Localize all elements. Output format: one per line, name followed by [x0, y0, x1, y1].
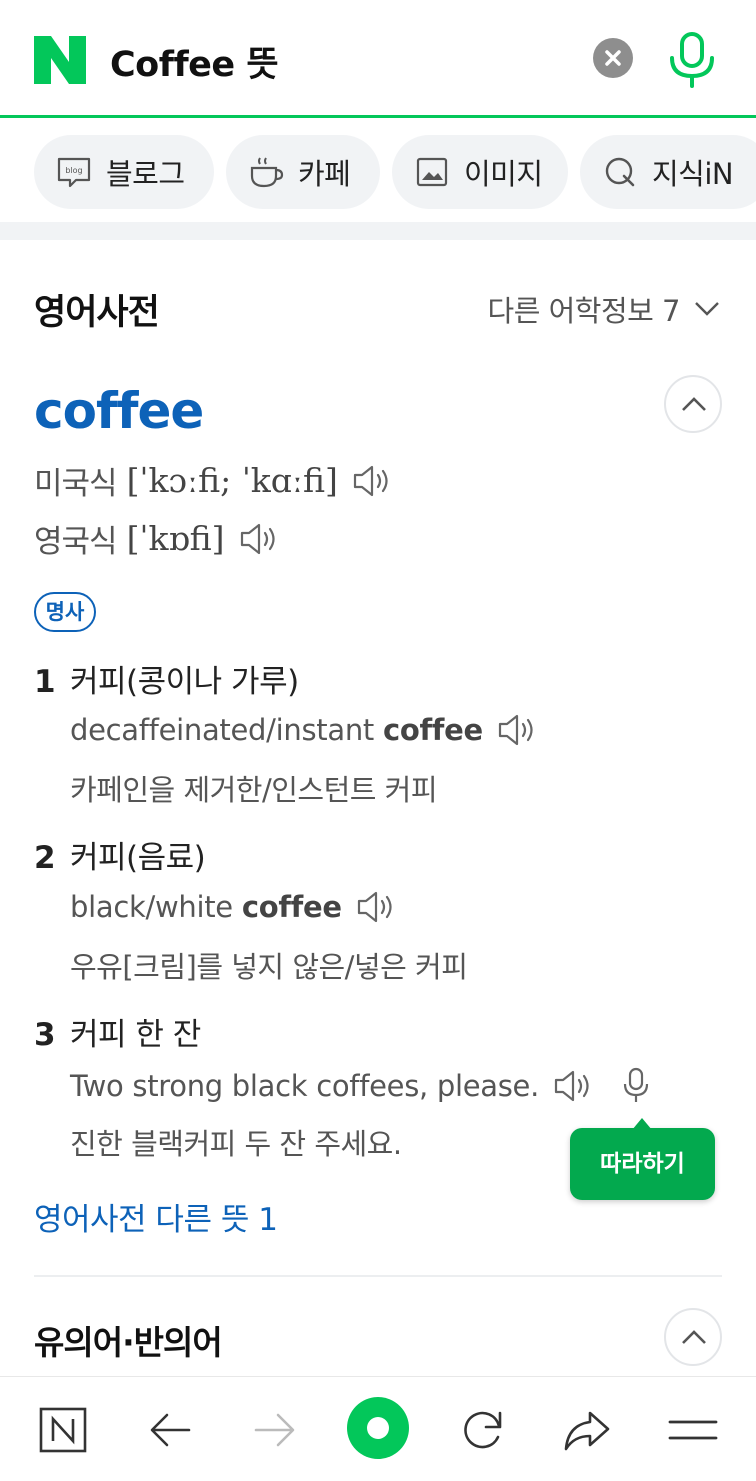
chevron-down-icon	[695, 302, 719, 316]
sense-2: 2 커피(음료)	[34, 832, 206, 877]
tab-image[interactable]: 이미지	[392, 135, 568, 209]
example-text: black/white	[70, 890, 233, 924]
tab-image-label: 이미지	[464, 157, 543, 191]
more-meanings-link[interactable]: 영어사전 다른 뜻 1	[34, 1194, 278, 1239]
speaker-icon[interactable]	[352, 464, 392, 498]
pronunciation-ipa: [ˈkɒfi]	[126, 519, 225, 558]
repeat-after-tooltip[interactable]: 따라하기	[570, 1118, 715, 1200]
section-divider	[0, 222, 756, 240]
sense-1: 1 커피(콩이나 가루)	[34, 656, 299, 701]
headword: coffee	[34, 382, 204, 440]
sense-meaning: 커피(콩이나 가루)	[70, 664, 299, 700]
example-sentence: Two strong black coffees, please.	[70, 1067, 651, 1105]
tab-knowledge-in-label: 지식iN	[652, 157, 734, 191]
part-of-speech-badge: 명사	[34, 592, 96, 632]
naver-logo-icon[interactable]	[34, 36, 86, 84]
collapse-dictionary-button[interactable]	[664, 375, 722, 433]
green-dot-home-button[interactable]	[347, 1397, 409, 1459]
image-icon	[416, 157, 448, 187]
sense-number: 2	[34, 840, 56, 876]
example-keyword: coffee	[382, 713, 483, 747]
example-sentence: black/white coffee	[70, 890, 396, 924]
pronunciation-ipa: [ˈkɔːfi; ˈkɑːfi]	[126, 461, 338, 500]
other-language-info-label: 다른 어학정보 7	[487, 294, 681, 328]
mic-icon[interactable]	[621, 1067, 651, 1105]
search-query[interactable]: Coffee 뜻	[110, 36, 279, 87]
speaker-icon[interactable]	[497, 713, 537, 747]
cafe-cup-icon	[250, 157, 284, 188]
sense-meaning: 커피 한 잔	[70, 1017, 201, 1053]
sense-meaning: 커피(음료)	[70, 840, 206, 876]
naver-home-icon[interactable]	[38, 1405, 88, 1455]
example-sentence: decaffeinated/instant coffee	[70, 713, 537, 747]
example-translation: 진한 블랙커피 두 잔 주세요.	[70, 1127, 402, 1161]
speaker-icon[interactable]	[553, 1069, 593, 1103]
example-text: Two strong black coffees, please.	[70, 1069, 539, 1103]
speaker-icon[interactable]	[356, 890, 396, 924]
tab-cafe-label: 카페	[298, 157, 351, 191]
tab-knowledge-in[interactable]: 지식iN	[580, 135, 756, 209]
forward-arrow-icon[interactable]	[250, 1405, 300, 1455]
voice-search-mic-icon[interactable]	[666, 32, 718, 88]
svg-text:blog: blog	[65, 166, 82, 175]
blog-icon: blog	[57, 157, 91, 188]
sense-number: 1	[34, 664, 56, 700]
example-translation: 카페인을 제거한/인스턴트 커피	[70, 773, 438, 807]
chevron-up-icon	[682, 397, 706, 411]
sense-number: 3	[34, 1017, 56, 1053]
chevron-up-icon	[682, 1330, 706, 1344]
speaker-icon[interactable]	[239, 522, 279, 556]
pronunciation-region: 영국식	[34, 524, 118, 560]
tab-cafe[interactable]: 카페	[226, 135, 380, 209]
example-translation: 우유[크림]를 넣지 않은/넣은 커피	[70, 950, 468, 984]
example-text: decaffeinated/instant	[70, 713, 374, 747]
search-tabs: blog 블로그 카페 이미지 지식iN	[0, 130, 756, 214]
pronunciation-us: 미국식 [ˈkɔːfi; ˈkɑːfi]	[34, 458, 392, 503]
pronunciation-uk: 영국식 [ˈkɒfi]	[34, 516, 279, 561]
menu-icon[interactable]	[668, 1405, 718, 1455]
example-keyword: coffee	[241, 890, 342, 924]
other-language-info-button[interactable]: 다른 어학정보 7	[488, 288, 720, 330]
sense-3: 3 커피 한 잔	[34, 1009, 201, 1054]
share-icon[interactable]	[562, 1405, 612, 1455]
knowledge-q-icon	[605, 157, 635, 187]
back-arrow-icon[interactable]	[145, 1405, 195, 1455]
pronunciation-region: 미국식	[34, 466, 118, 502]
browser-bottom-bar	[0, 1376, 756, 1481]
clear-icon[interactable]	[593, 38, 633, 78]
tab-blog-label: 블로그	[106, 157, 185, 191]
refresh-icon[interactable]	[458, 1405, 508, 1455]
collapse-synonyms-button[interactable]	[664, 1308, 722, 1366]
divider	[34, 1275, 722, 1277]
synonyms-title: 유의어·반의어	[34, 1323, 223, 1362]
dictionary-title: 영어사전	[34, 293, 160, 333]
search-bar: Coffee 뜻	[0, 0, 756, 118]
tab-blog[interactable]: blog 블로그	[34, 135, 214, 209]
